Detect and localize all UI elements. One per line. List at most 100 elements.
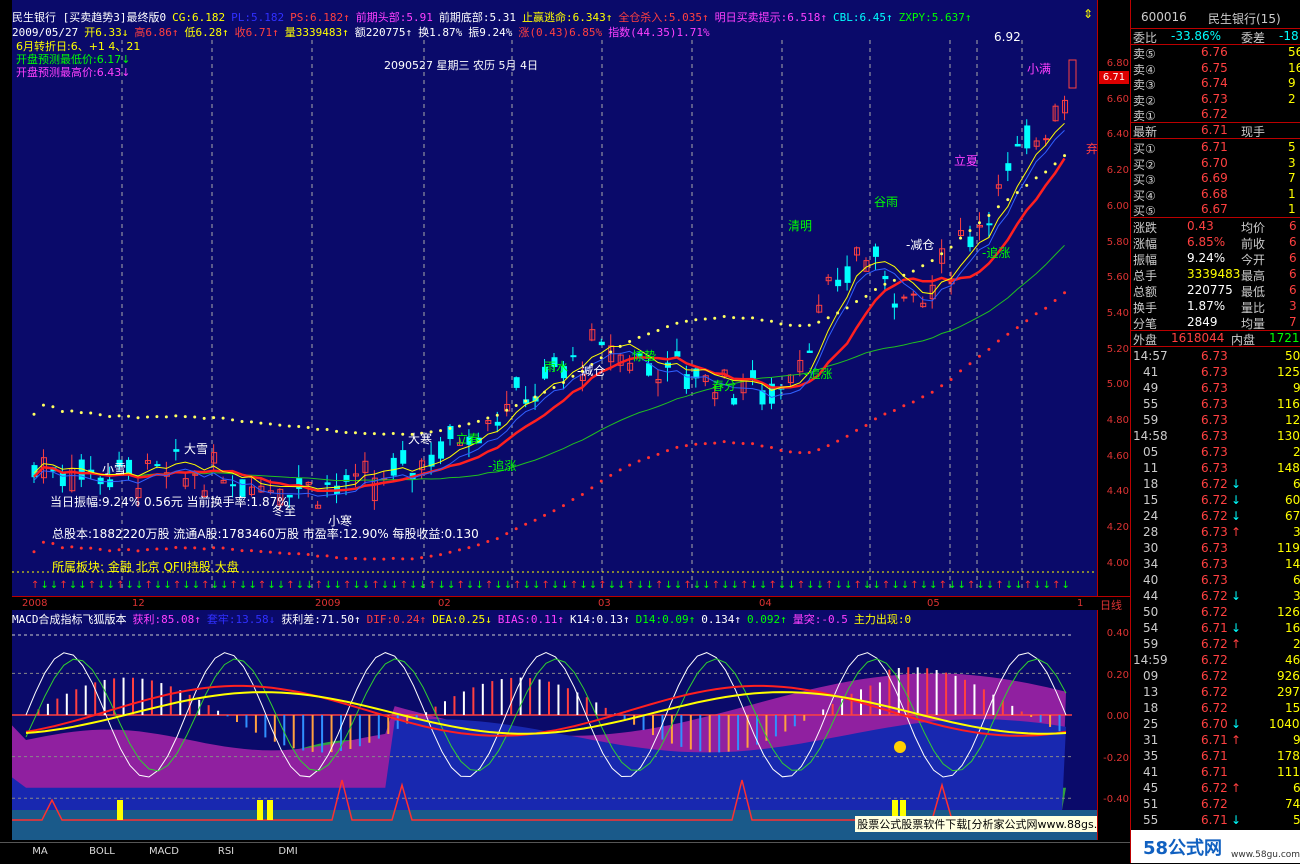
sar-dot-upper bbox=[524, 399, 527, 402]
tick-row: 286.73↑3 bbox=[1131, 525, 1300, 540]
price-axis-label: 6.40 bbox=[1107, 129, 1129, 140]
macd-bar bbox=[643, 715, 645, 730]
signal-arrow: ↓ bbox=[664, 580, 672, 591]
signal-arrow: ↓ bbox=[362, 580, 370, 591]
macd-bar bbox=[926, 668, 928, 715]
signal-arrow: ↓ bbox=[863, 580, 871, 591]
tick-row: 416.73125 bbox=[1131, 365, 1300, 380]
sar-dot-upper bbox=[1044, 170, 1047, 173]
indicator-title-8: D14:0.09↑ bbox=[636, 613, 696, 626]
tick-row: 556.73116 bbox=[1131, 397, 1300, 412]
sar-dot-lower bbox=[222, 546, 225, 549]
tab-macd[interactable]: MACD bbox=[134, 846, 194, 862]
signal-arrow: ↑ bbox=[995, 580, 1003, 591]
indicator-title-9: 0.134↑ bbox=[701, 613, 741, 626]
macd-bar bbox=[605, 708, 607, 715]
candle-body bbox=[391, 458, 396, 475]
header-line1-3: PS:6.182↑ bbox=[290, 11, 350, 24]
sar-dot-lower bbox=[51, 542, 54, 545]
expand-button[interactable]: ⇕ bbox=[1081, 8, 1095, 20]
candle-body bbox=[1034, 141, 1039, 146]
sar-dot-lower bbox=[278, 551, 281, 554]
tab-rsi[interactable]: RSI bbox=[196, 846, 256, 862]
sar-dot-upper bbox=[987, 214, 990, 217]
macd-bar bbox=[255, 715, 257, 733]
buy-row: 买②6.703 bbox=[1131, 156, 1300, 171]
sar-dot-upper bbox=[874, 288, 877, 291]
tick-row: 416.71111 bbox=[1131, 765, 1300, 780]
sar-dot-upper bbox=[657, 329, 660, 332]
sar-dot-lower bbox=[203, 547, 206, 550]
signal-arrow: ↑ bbox=[400, 580, 408, 591]
date-axis-label: 2009 bbox=[315, 598, 340, 609]
sar-dot-lower bbox=[241, 549, 244, 552]
signal-arrow: ↓ bbox=[806, 580, 814, 591]
sar-dot-upper bbox=[212, 416, 215, 419]
signal-arrow: ↓ bbox=[277, 580, 285, 591]
macd-bar bbox=[973, 684, 975, 715]
sar-dot-lower bbox=[742, 442, 745, 445]
sar-dot-upper bbox=[108, 415, 111, 418]
tick-row: 056.732 bbox=[1131, 445, 1300, 460]
signal-arrow: ↓ bbox=[986, 580, 994, 591]
sar-dot-lower bbox=[307, 553, 310, 556]
stat-row: 分笔2849均量7 bbox=[1131, 315, 1300, 330]
candle-body bbox=[1025, 126, 1030, 148]
macd-bar bbox=[47, 704, 49, 715]
sar-dot-upper bbox=[486, 417, 489, 420]
signal-arrow: ↓ bbox=[1043, 580, 1051, 591]
tab-boll[interactable]: BOLL bbox=[72, 846, 132, 862]
sar-dot-lower bbox=[99, 548, 102, 551]
sar-dot-lower bbox=[326, 554, 329, 557]
date-axis-label: 12 bbox=[132, 598, 145, 609]
sar-dot-lower bbox=[146, 548, 149, 551]
sar-dot-lower bbox=[685, 444, 688, 447]
site-logo: 58公式网 www.58gu.com bbox=[1131, 830, 1300, 863]
sar-dot-upper bbox=[675, 322, 678, 325]
header-line2-8: 振9.24% bbox=[468, 26, 512, 39]
signal-arrow: ↓ bbox=[787, 580, 795, 591]
date-axis-label: 1 bbox=[1077, 598, 1083, 609]
sar-dot-lower bbox=[1044, 307, 1047, 310]
sar-dot-upper bbox=[99, 413, 102, 416]
price-chart[interactable]: ↑↓↓↑↓↓↑↓↓↑↓↓↑↓↓↑↓↓↑↓↓↑↓↓↑↓↓↑↓↓↑↓↓↑↓↓↑↓↓↑… bbox=[12, 0, 1097, 610]
sar-dot-lower bbox=[108, 549, 111, 552]
candle-body bbox=[108, 480, 113, 487]
macd-bar bbox=[917, 667, 919, 715]
forecast-line: 开盘预测最低价:6.17↓ bbox=[16, 53, 140, 66]
sar-dot-upper bbox=[449, 427, 452, 430]
macd-bar bbox=[132, 678, 134, 715]
signal-arrow: ↓ bbox=[702, 580, 710, 591]
sar-dot-upper bbox=[534, 395, 537, 398]
chart-annotation: 惊蛰 bbox=[632, 347, 656, 364]
tick-row: 136.72297 bbox=[1131, 685, 1300, 700]
signal-arrow: ↑ bbox=[655, 580, 663, 591]
chart-annotation: 雨水 bbox=[544, 358, 568, 375]
indicator-title-12: 主力出现:0 bbox=[854, 613, 911, 626]
date-axis: 日线 2008122009020304051 bbox=[12, 596, 1130, 611]
tick-row: 186.7215 bbox=[1131, 701, 1300, 716]
header-line1-0: 民生银行 [买卖趋势3]最终版0 bbox=[12, 11, 166, 24]
tick-row: 306.73119 bbox=[1131, 541, 1300, 556]
sar-dot-upper bbox=[250, 420, 253, 423]
watermark-text: 股票公式股票软件下载[分析家公式网www.88gs.com] bbox=[855, 816, 1097, 832]
tab-dmi[interactable]: DMI bbox=[258, 846, 318, 862]
sar-dot-lower bbox=[420, 556, 423, 559]
price-axis-label: 6.00 bbox=[1107, 201, 1129, 212]
macd-bar bbox=[368, 715, 370, 743]
sar-dot-lower bbox=[751, 442, 754, 445]
tab-ma[interactable]: MA bbox=[10, 846, 70, 862]
sar-dot-upper bbox=[155, 415, 158, 418]
price-axis-label: 4.60 bbox=[1107, 451, 1129, 462]
sar-dot-lower bbox=[581, 493, 584, 496]
sar-dot-upper bbox=[893, 279, 896, 282]
macd-bar bbox=[851, 694, 853, 715]
macd-indicator-svg bbox=[12, 610, 1097, 840]
signal-arrow: ↓ bbox=[248, 580, 256, 591]
sar-dot-lower bbox=[430, 555, 433, 558]
signal-arrow: ↓ bbox=[334, 580, 342, 591]
header-line1-10: ZXPY:5.637↑ bbox=[899, 11, 972, 24]
signal-arrow: ↑ bbox=[910, 580, 918, 591]
macd-indicator-chart[interactable]: MACD合成指标飞狐版本获利:85.08↑套牢:13.58↓获利差:71.50↑… bbox=[12, 610, 1097, 840]
macd-bar bbox=[624, 715, 626, 719]
